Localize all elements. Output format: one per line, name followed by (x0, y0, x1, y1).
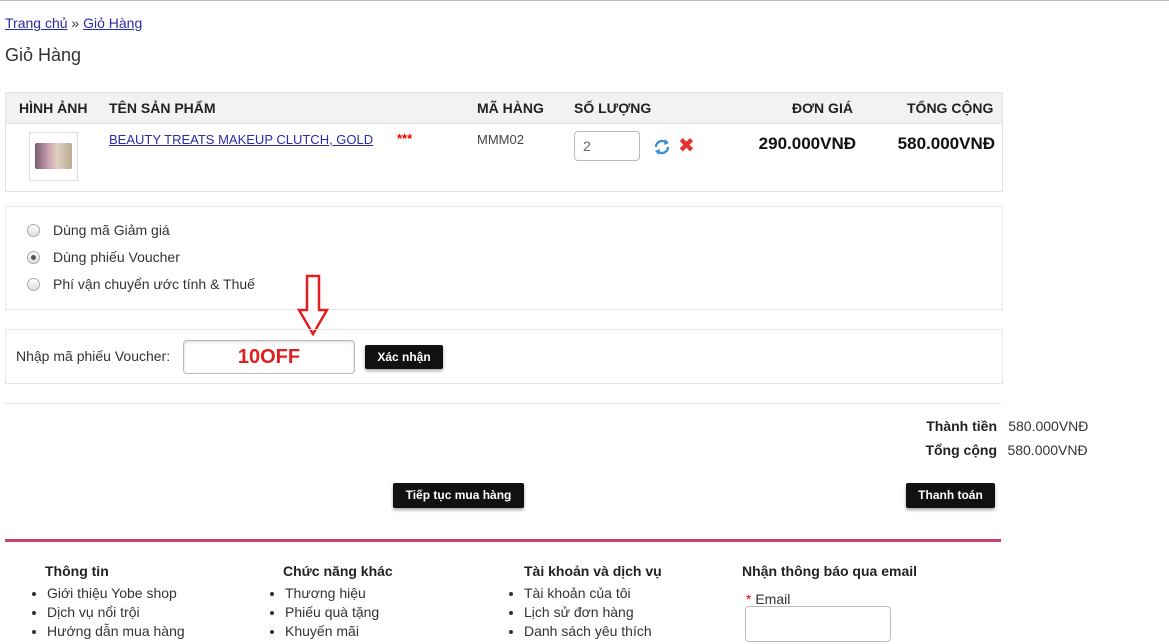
page-title: Giỏ Hàng (5, 45, 82, 65)
footer-heading: Thông tin (45, 563, 109, 579)
footer-accent-line (5, 539, 1001, 542)
footer-link[interactable]: Dịch vụ nổi trội (47, 603, 185, 622)
footer-link[interactable]: Phiếu quà tặng (285, 603, 393, 622)
footer-link[interactable]: Lịch sử đơn hàng (524, 603, 662, 622)
product-name-link[interactable]: BEAUTY TREATS MAKEUP CLUTCH, GOLD (109, 132, 373, 147)
footer-heading: Nhận thông báo qua email (742, 563, 918, 579)
footer-link[interactable]: Danh sách yêu thích (524, 622, 662, 641)
header-total: TỔNG CỘNG (907, 100, 994, 116)
header-unit-price: ĐƠN GIÁ (792, 100, 853, 116)
footer-column-account: Tài khoản và dịch vụ Tài khoản của tôi L… (504, 563, 662, 641)
footer-heading: Tài khoản và dịch vụ (524, 563, 662, 579)
continue-shopping-button[interactable]: Tiếp tục mua hàng (393, 483, 524, 508)
checkout-button[interactable]: Thanh toán (906, 483, 995, 508)
remove-icon[interactable]: ✖ (678, 136, 695, 156)
newsletter-email-input[interactable] (745, 606, 891, 642)
down-arrow-icon (297, 274, 329, 336)
footer-link[interactable]: Thương hiệu (285, 584, 393, 603)
subtotal-value: 580.000VNĐ (1008, 418, 1089, 434)
line-total: 580.000VNĐ (897, 134, 995, 153)
footer-column-newsletter: Nhận thông báo qua email (742, 563, 917, 584)
required-mark: * (746, 591, 752, 607)
breadcrumb-home-link[interactable]: Trang chủ (5, 15, 68, 31)
quantity-input[interactable] (574, 131, 640, 161)
email-label-text: Email (755, 591, 791, 607)
header-quantity: SỐ LƯỢNG (574, 100, 652, 116)
cart-table-header: HÌNH ẢNH TÊN SẢN PHẨM MÃ HÀNG SỐ LƯỢNG Đ… (6, 93, 1002, 124)
option-label: Dùng mã Giảm giá (53, 222, 170, 238)
header-image: HÌNH ẢNH (19, 100, 88, 116)
footer-link[interactable]: Khuyến mãi (285, 622, 393, 641)
voucher-input[interactable]: 10OFF (183, 340, 355, 374)
subtotal-row: Thành tiền 580.000VNĐ (926, 418, 1088, 434)
product-sku: MMM02 (477, 132, 524, 147)
cart-options-panel: Dùng mã Giảm giá Dùng phiếu Voucher Phí … (5, 206, 1003, 310)
voucher-radio[interactable] (27, 251, 40, 264)
footer-heading: Chức năng khác (283, 563, 393, 579)
stock-warning-stars: *** (397, 131, 413, 146)
voucher-label: Nhập mã phiếu Voucher: (16, 348, 171, 364)
header-sku: MÃ HÀNG (477, 100, 544, 116)
discount-code-radio[interactable] (27, 224, 40, 237)
footer-column-other: Chức năng khác Thương hiệu Phiếu quà tặn… (265, 563, 393, 641)
footer-column-info: Thông tin Giới thiệu Yobe shop Dịch vụ n… (27, 563, 185, 641)
breadcrumb: Trang chủ » Giỏ Hàng (5, 15, 142, 31)
header-product-name: TÊN SẢN PHẨM (109, 100, 216, 116)
option-label: Dùng phiếu Voucher (53, 249, 180, 265)
footer-link[interactable]: Hướng dẫn mua hàng (47, 622, 185, 641)
unit-price: 290.000VNĐ (758, 134, 856, 153)
divider (5, 403, 1001, 404)
shipping-tax-radio[interactable] (27, 278, 40, 291)
voucher-panel: Nhập mã phiếu Voucher: 10OFF Xác nhận (5, 329, 1003, 384)
breadcrumb-cart-link[interactable]: Giỏ Hàng (83, 15, 142, 31)
top-border (0, 0, 1169, 1)
email-label: * Email (746, 591, 790, 607)
product-thumbnail[interactable] (29, 132, 78, 181)
total-value: 580.000VNĐ (1007, 442, 1088, 458)
option-label: Phí vận chuyển ước tính & Thuế (53, 276, 255, 292)
footer-link[interactable]: Tài khoản của tôi (524, 584, 662, 603)
subtotal-label: Thành tiền (926, 418, 997, 434)
table-row: BEAUTY TREATS MAKEUP CLUTCH, GOLD *** MM… (6, 124, 1002, 191)
total-label: Tổng cộng (925, 442, 997, 458)
breadcrumb-separator: » (71, 15, 80, 31)
footer-link[interactable]: Giới thiệu Yobe shop (47, 584, 185, 603)
total-row: Tổng cộng 580.000VNĐ (925, 442, 1087, 458)
refresh-icon[interactable] (653, 138, 671, 156)
cart-table: HÌNH ẢNH TÊN SẢN PHẨM MÃ HÀNG SỐ LƯỢNG Đ… (5, 92, 1003, 192)
voucher-confirm-button[interactable]: Xác nhận (365, 345, 443, 369)
